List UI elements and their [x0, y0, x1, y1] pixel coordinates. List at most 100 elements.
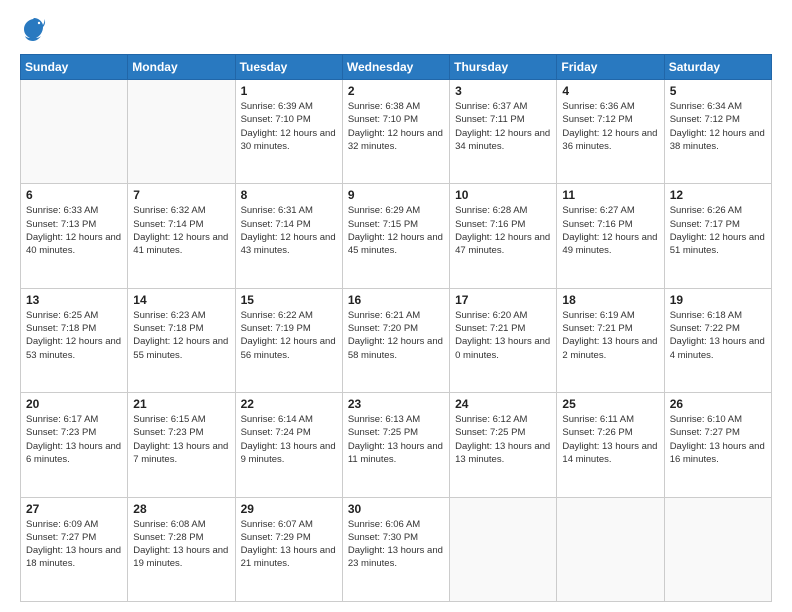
logo-bird-icon [22, 16, 46, 44]
day-number: 29 [241, 502, 337, 516]
calendar-week-row: 6 Sunrise: 6:33 AM Sunset: 7:13 PM Daylig… [21, 184, 772, 288]
day-number: 20 [26, 397, 122, 411]
page: SundayMondayTuesdayWednesdayThursdayFrid… [0, 0, 792, 612]
day-number: 30 [348, 502, 444, 516]
day-info: Sunrise: 6:15 AM Sunset: 7:23 PM Dayligh… [133, 413, 229, 466]
calendar-cell: 18 Sunrise: 6:19 AM Sunset: 7:21 PM Dayli… [557, 288, 664, 392]
col-header-friday: Friday [557, 55, 664, 80]
day-info: Sunrise: 6:32 AM Sunset: 7:14 PM Dayligh… [133, 204, 229, 257]
day-info: Sunrise: 6:21 AM Sunset: 7:20 PM Dayligh… [348, 309, 444, 362]
calendar-cell: 8Sunrise: 6:31 AM Sunset: 7:14 PM Daylig… [235, 184, 342, 288]
calendar-cell: 3 Sunrise: 6:37 AM Sunset: 7:11 PM Daylig… [450, 80, 557, 184]
day-info: Sunrise: 6:13 AM Sunset: 7:25 PM Dayligh… [348, 413, 444, 466]
day-number: 28 [133, 502, 229, 516]
calendar-header-row: SundayMondayTuesdayWednesdayThursdayFrid… [21, 55, 772, 80]
calendar-week-row: 1Sunrise: 6:39 AM Sunset: 7:10 PM Daylig… [21, 80, 772, 184]
day-number: 2 [348, 84, 444, 98]
calendar-cell: 4 Sunrise: 6:36 AM Sunset: 7:12 PM Daylig… [557, 80, 664, 184]
day-number: 7 [133, 188, 229, 202]
calendar-cell [21, 80, 128, 184]
calendar-week-row: 27 Sunrise: 6:09 AM Sunset: 7:27 PM Dayli… [21, 497, 772, 601]
day-number: 25 [562, 397, 658, 411]
calendar-cell: 30 Sunrise: 6:06 AM Sunset: 7:30 PM Dayli… [342, 497, 449, 601]
calendar-cell: 27 Sunrise: 6:09 AM Sunset: 7:27 PM Dayli… [21, 497, 128, 601]
day-info: Sunrise: 6:31 AM Sunset: 7:14 PM Dayligh… [241, 204, 337, 257]
day-info: Sunrise: 6:18 AM Sunset: 7:22 PM Dayligh… [670, 309, 766, 362]
calendar-cell: 14Sunrise: 6:23 AM Sunset: 7:18 PM Dayli… [128, 288, 235, 392]
calendar-cell: 16 Sunrise: 6:21 AM Sunset: 7:20 PM Dayli… [342, 288, 449, 392]
calendar-cell: 7 Sunrise: 6:32 AM Sunset: 7:14 PM Daylig… [128, 184, 235, 288]
calendar-cell: 11 Sunrise: 6:27 AM Sunset: 7:16 PM Dayli… [557, 184, 664, 288]
calendar-cell: 1Sunrise: 6:39 AM Sunset: 7:10 PM Daylig… [235, 80, 342, 184]
day-info: Sunrise: 6:29 AM Sunset: 7:15 PM Dayligh… [348, 204, 444, 257]
calendar-table: SundayMondayTuesdayWednesdayThursdayFrid… [20, 54, 772, 602]
day-number: 22 [241, 397, 337, 411]
day-info: Sunrise: 6:09 AM Sunset: 7:27 PM Dayligh… [26, 518, 122, 571]
day-info: Sunrise: 6:22 AM Sunset: 7:19 PM Dayligh… [241, 309, 337, 362]
day-info: Sunrise: 6:37 AM Sunset: 7:11 PM Dayligh… [455, 100, 551, 153]
day-number: 19 [670, 293, 766, 307]
header [20, 16, 772, 44]
calendar-cell: 13 Sunrise: 6:25 AM Sunset: 7:18 PM Dayli… [21, 288, 128, 392]
day-number: 10 [455, 188, 551, 202]
calendar-cell: 23Sunrise: 6:13 AM Sunset: 7:25 PM Dayli… [342, 393, 449, 497]
day-number: 4 [562, 84, 658, 98]
day-info: Sunrise: 6:20 AM Sunset: 7:21 PM Dayligh… [455, 309, 551, 362]
day-number: 24 [455, 397, 551, 411]
calendar-cell: 12Sunrise: 6:26 AM Sunset: 7:17 PM Dayli… [664, 184, 771, 288]
day-number: 13 [26, 293, 122, 307]
calendar-week-row: 13 Sunrise: 6:25 AM Sunset: 7:18 PM Dayli… [21, 288, 772, 392]
day-number: 27 [26, 502, 122, 516]
calendar-cell: 24 Sunrise: 6:12 AM Sunset: 7:25 PM Dayli… [450, 393, 557, 497]
calendar-cell: 15 Sunrise: 6:22 AM Sunset: 7:19 PM Dayli… [235, 288, 342, 392]
day-info: Sunrise: 6:19 AM Sunset: 7:21 PM Dayligh… [562, 309, 658, 362]
day-info: Sunrise: 6:27 AM Sunset: 7:16 PM Dayligh… [562, 204, 658, 257]
calendar-cell: 22 Sunrise: 6:14 AM Sunset: 7:24 PM Dayli… [235, 393, 342, 497]
day-info: Sunrise: 6:36 AM Sunset: 7:12 PM Dayligh… [562, 100, 658, 153]
day-info: Sunrise: 6:12 AM Sunset: 7:25 PM Dayligh… [455, 413, 551, 466]
calendar-cell: 5 Sunrise: 6:34 AM Sunset: 7:12 PM Daylig… [664, 80, 771, 184]
day-info: Sunrise: 6:39 AM Sunset: 7:10 PM Dayligh… [241, 100, 337, 153]
day-info: Sunrise: 6:34 AM Sunset: 7:12 PM Dayligh… [670, 100, 766, 153]
col-header-sunday: Sunday [21, 55, 128, 80]
day-number: 21 [133, 397, 229, 411]
day-number: 16 [348, 293, 444, 307]
day-number: 9 [348, 188, 444, 202]
day-number: 18 [562, 293, 658, 307]
calendar-cell: 10 Sunrise: 6:28 AM Sunset: 7:16 PM Dayli… [450, 184, 557, 288]
day-info: Sunrise: 6:17 AM Sunset: 7:23 PM Dayligh… [26, 413, 122, 466]
day-info: Sunrise: 6:07 AM Sunset: 7:29 PM Dayligh… [241, 518, 337, 571]
day-info: Sunrise: 6:28 AM Sunset: 7:16 PM Dayligh… [455, 204, 551, 257]
day-number: 12 [670, 188, 766, 202]
day-info: Sunrise: 6:14 AM Sunset: 7:24 PM Dayligh… [241, 413, 337, 466]
day-info: Sunrise: 6:38 AM Sunset: 7:10 PM Dayligh… [348, 100, 444, 153]
calendar-cell [664, 497, 771, 601]
day-number: 6 [26, 188, 122, 202]
logo [20, 16, 46, 44]
day-number: 15 [241, 293, 337, 307]
day-info: Sunrise: 6:06 AM Sunset: 7:30 PM Dayligh… [348, 518, 444, 571]
day-number: 26 [670, 397, 766, 411]
calendar-cell: 25Sunrise: 6:11 AM Sunset: 7:26 PM Dayli… [557, 393, 664, 497]
calendar-cell [557, 497, 664, 601]
calendar-cell: 2 Sunrise: 6:38 AM Sunset: 7:10 PM Daylig… [342, 80, 449, 184]
day-number: 11 [562, 188, 658, 202]
day-number: 3 [455, 84, 551, 98]
calendar-cell: 26 Sunrise: 6:10 AM Sunset: 7:27 PM Dayli… [664, 393, 771, 497]
day-info: Sunrise: 6:10 AM Sunset: 7:27 PM Dayligh… [670, 413, 766, 466]
calendar-cell: 29 Sunrise: 6:07 AM Sunset: 7:29 PM Dayli… [235, 497, 342, 601]
calendar-cell: 19 Sunrise: 6:18 AM Sunset: 7:22 PM Dayli… [664, 288, 771, 392]
day-info: Sunrise: 6:23 AM Sunset: 7:18 PM Dayligh… [133, 309, 229, 362]
calendar-cell: 6 Sunrise: 6:33 AM Sunset: 7:13 PM Daylig… [21, 184, 128, 288]
calendar-cell: 17 Sunrise: 6:20 AM Sunset: 7:21 PM Dayli… [450, 288, 557, 392]
calendar-cell: 28Sunrise: 6:08 AM Sunset: 7:28 PM Dayli… [128, 497, 235, 601]
col-header-thursday: Thursday [450, 55, 557, 80]
calendar-week-row: 20 Sunrise: 6:17 AM Sunset: 7:23 PM Dayli… [21, 393, 772, 497]
calendar-cell: 9 Sunrise: 6:29 AM Sunset: 7:15 PM Daylig… [342, 184, 449, 288]
day-number: 17 [455, 293, 551, 307]
day-number: 5 [670, 84, 766, 98]
col-header-wednesday: Wednesday [342, 55, 449, 80]
col-header-tuesday: Tuesday [235, 55, 342, 80]
day-info: Sunrise: 6:25 AM Sunset: 7:18 PM Dayligh… [26, 309, 122, 362]
day-info: Sunrise: 6:33 AM Sunset: 7:13 PM Dayligh… [26, 204, 122, 257]
